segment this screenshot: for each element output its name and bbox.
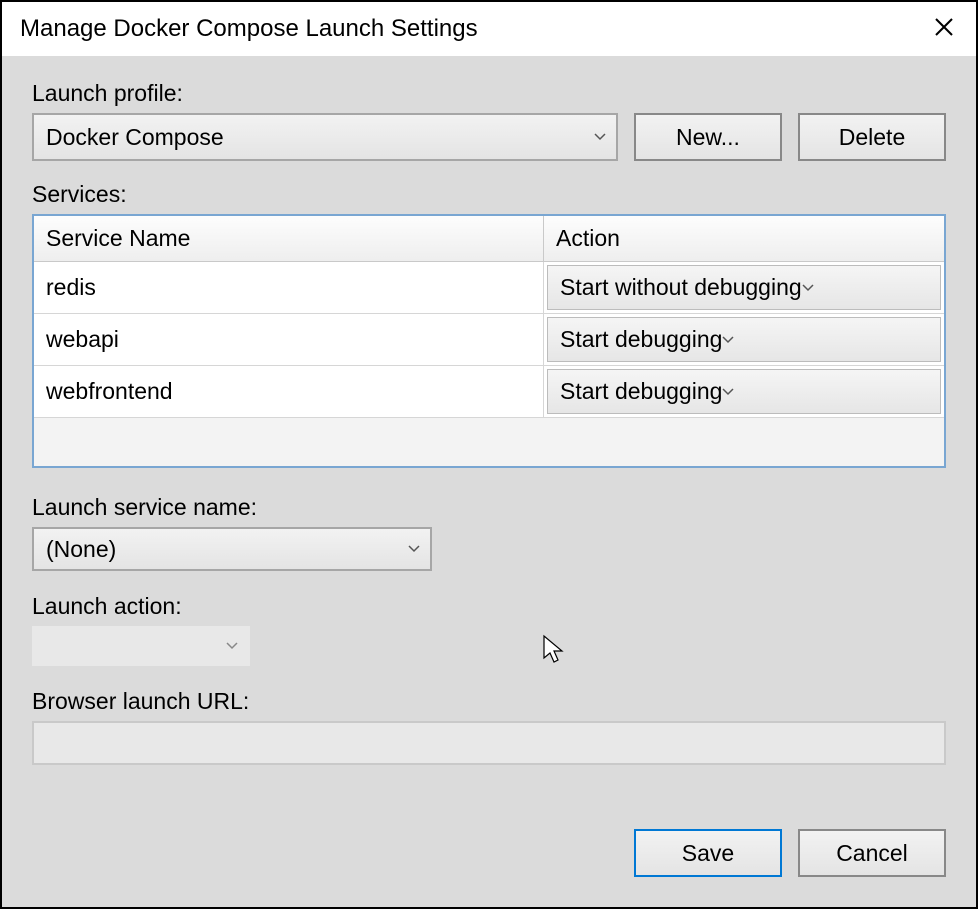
- save-button[interactable]: Save: [634, 829, 782, 877]
- browser-url-input[interactable]: [32, 721, 946, 765]
- services-table-body: redis Start without debugging webapi Start …: [34, 262, 944, 418]
- save-button-label: Save: [682, 840, 734, 867]
- launch-service-name-label: Launch service name:: [32, 494, 946, 521]
- close-icon: [934, 17, 954, 42]
- launch-action-section: Launch action:: [32, 593, 946, 666]
- browser-url-section: Browser launch URL:: [32, 688, 946, 765]
- cancel-button-label: Cancel: [836, 840, 908, 867]
- launch-profile-value: Docker Compose: [46, 124, 224, 151]
- launch-service-select[interactable]: (None): [32, 527, 432, 571]
- launch-service-section: Launch service name: (None): [32, 494, 946, 571]
- launch-action-label: Launch action:: [32, 593, 946, 620]
- table-row[interactable]: webfrontend Start debugging: [34, 366, 944, 418]
- services-table-header: Service Name Action: [34, 216, 944, 262]
- close-button[interactable]: [924, 9, 964, 49]
- service-action-select[interactable]: Start debugging: [547, 369, 941, 414]
- chevron-down-icon: [218, 630, 246, 662]
- table-row[interactable]: webapi Start debugging: [34, 314, 944, 366]
- dialog-body: Launch profile: Docker Compose New... De…: [2, 56, 976, 907]
- delete-button[interactable]: Delete: [798, 113, 946, 161]
- chevron-down-icon: [802, 284, 814, 292]
- new-button[interactable]: New...: [634, 113, 782, 161]
- service-action-value: Start debugging: [560, 326, 722, 353]
- new-button-label: New...: [676, 124, 740, 151]
- chevron-down-icon: [722, 336, 734, 344]
- service-name-cell: webfrontend: [34, 366, 544, 417]
- launch-service-value: (None): [46, 536, 116, 563]
- launch-profile-label: Launch profile:: [32, 80, 946, 107]
- table-row[interactable]: redis Start without debugging: [34, 262, 944, 314]
- launch-profile-select[interactable]: Docker Compose: [32, 113, 618, 161]
- footer-buttons: Save Cancel: [634, 829, 946, 877]
- launch-profile-row: Docker Compose New... Delete: [32, 113, 946, 161]
- service-name-cell: webapi: [34, 314, 544, 365]
- service-action-cell: Start debugging: [544, 366, 944, 417]
- chevron-down-icon: [722, 388, 734, 396]
- service-action-cell: Start debugging: [544, 314, 944, 365]
- service-action-value: Start without debugging: [560, 274, 802, 301]
- cancel-button[interactable]: Cancel: [798, 829, 946, 877]
- services-table: Service Name Action redis Start without d…: [32, 214, 946, 468]
- header-service-name[interactable]: Service Name: [34, 216, 544, 261]
- service-action-select[interactable]: Start debugging: [547, 317, 941, 362]
- service-name-cell: redis: [34, 262, 544, 313]
- titlebar: Manage Docker Compose Launch Settings: [2, 2, 976, 56]
- header-action[interactable]: Action: [544, 216, 944, 261]
- service-action-value: Start debugging: [560, 378, 722, 405]
- browser-url-label: Browser launch URL:: [32, 688, 946, 715]
- chevron-down-icon: [594, 133, 606, 141]
- chevron-down-icon: [408, 545, 420, 553]
- service-action-select[interactable]: Start without debugging: [547, 265, 941, 310]
- delete-button-label: Delete: [839, 124, 905, 151]
- launch-action-select[interactable]: [32, 626, 250, 666]
- service-action-cell: Start without debugging: [544, 262, 944, 313]
- services-label: Services:: [32, 181, 946, 208]
- dialog-title: Manage Docker Compose Launch Settings: [20, 15, 478, 43]
